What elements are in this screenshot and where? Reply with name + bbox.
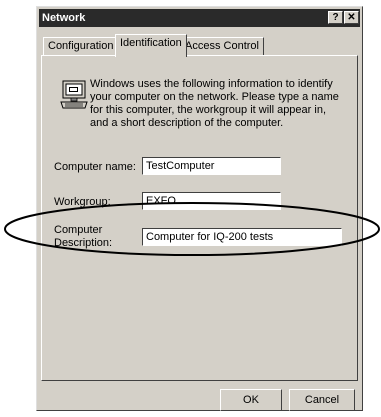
tab-identification[interactable]: Identification bbox=[115, 34, 187, 57]
network-dialog: Network ? ✕ Configuration Identification… bbox=[36, 6, 363, 411]
tab-access-control[interactable]: Access Control bbox=[180, 37, 264, 55]
computer-description-input[interactable] bbox=[142, 228, 342, 246]
computer-description-label: Computer Description: bbox=[54, 224, 112, 250]
ok-button[interactable]: OK bbox=[220, 389, 282, 411]
computer-name-input[interactable] bbox=[142, 157, 281, 175]
identification-panel: Windows uses the following information t… bbox=[41, 55, 358, 381]
close-button[interactable]: ✕ bbox=[344, 11, 359, 24]
title-bar: Network ? ✕ bbox=[39, 9, 360, 27]
window-title: Network bbox=[42, 12, 86, 24]
computer-name-label: Computer name: bbox=[54, 161, 136, 173]
computer-description-label-line2: Description: bbox=[54, 237, 113, 249]
computer-description-label-line1: Computer bbox=[54, 224, 103, 236]
computer-icon bbox=[60, 80, 88, 109]
cancel-button[interactable]: Cancel bbox=[289, 389, 355, 411]
help-button[interactable]: ? bbox=[328, 11, 343, 24]
tab-configuration[interactable]: Configuration bbox=[43, 37, 119, 55]
identification-intro-text: Windows uses the following information t… bbox=[90, 78, 339, 129]
workgroup-label: Workgroup: bbox=[54, 196, 111, 208]
workgroup-input[interactable] bbox=[142, 192, 281, 210]
